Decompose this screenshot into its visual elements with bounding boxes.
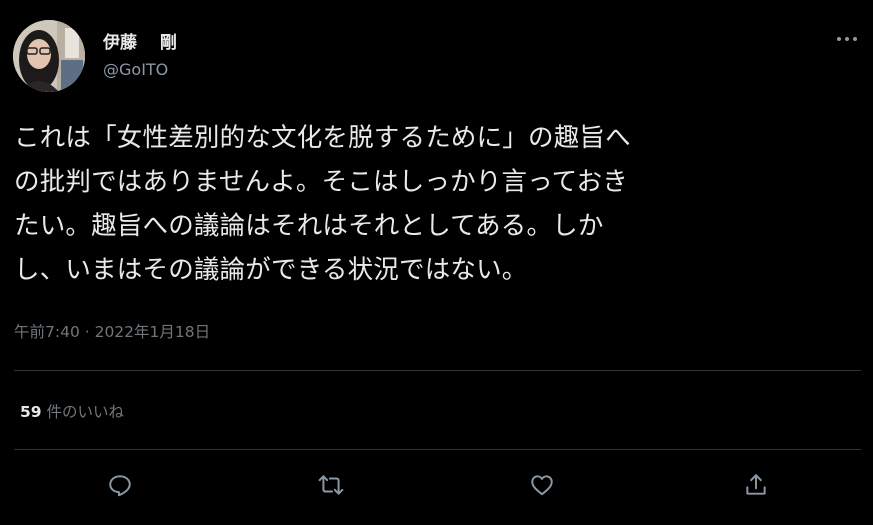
divider — [14, 370, 861, 371]
reply-icon[interactable] — [105, 470, 135, 500]
tweet-text-line: の批判ではありませんよ。そこはしっかり言っておき — [14, 167, 628, 197]
divider — [14, 449, 861, 450]
tweet-text: これは「女性差別的な文化を脱するために」の趣旨へ の批判ではありませんよ。そこは… — [14, 116, 859, 292]
share-icon[interactable] — [741, 470, 771, 500]
retweet-icon[interactable] — [316, 470, 346, 500]
likes-label: 件のいいね — [41, 403, 125, 421]
avatar[interactable] — [13, 20, 85, 92]
more-options-icon[interactable] — [832, 24, 862, 54]
tweet-text-line: これは「女性差別的な文化を脱するために」の趣旨へ — [14, 123, 631, 153]
like-icon[interactable] — [527, 470, 557, 500]
likes-stat[interactable]: 59 件のいいね — [20, 400, 124, 422]
avatar-photo — [13, 20, 85, 92]
tweet-text-line: し、いまはその議論ができる状況ではない。 — [14, 255, 528, 285]
likes-count: 59 — [20, 403, 42, 421]
author-display-name[interactable]: 伊藤 剛 — [103, 28, 177, 53]
tweet-timestamp[interactable]: 午前7:40 · 2022年1月18日 — [14, 320, 210, 342]
tweet-text-line: たい。趣旨への議論はそれはそれとしてある。しか — [14, 211, 604, 241]
author-handle[interactable]: @GoITO — [103, 60, 168, 79]
